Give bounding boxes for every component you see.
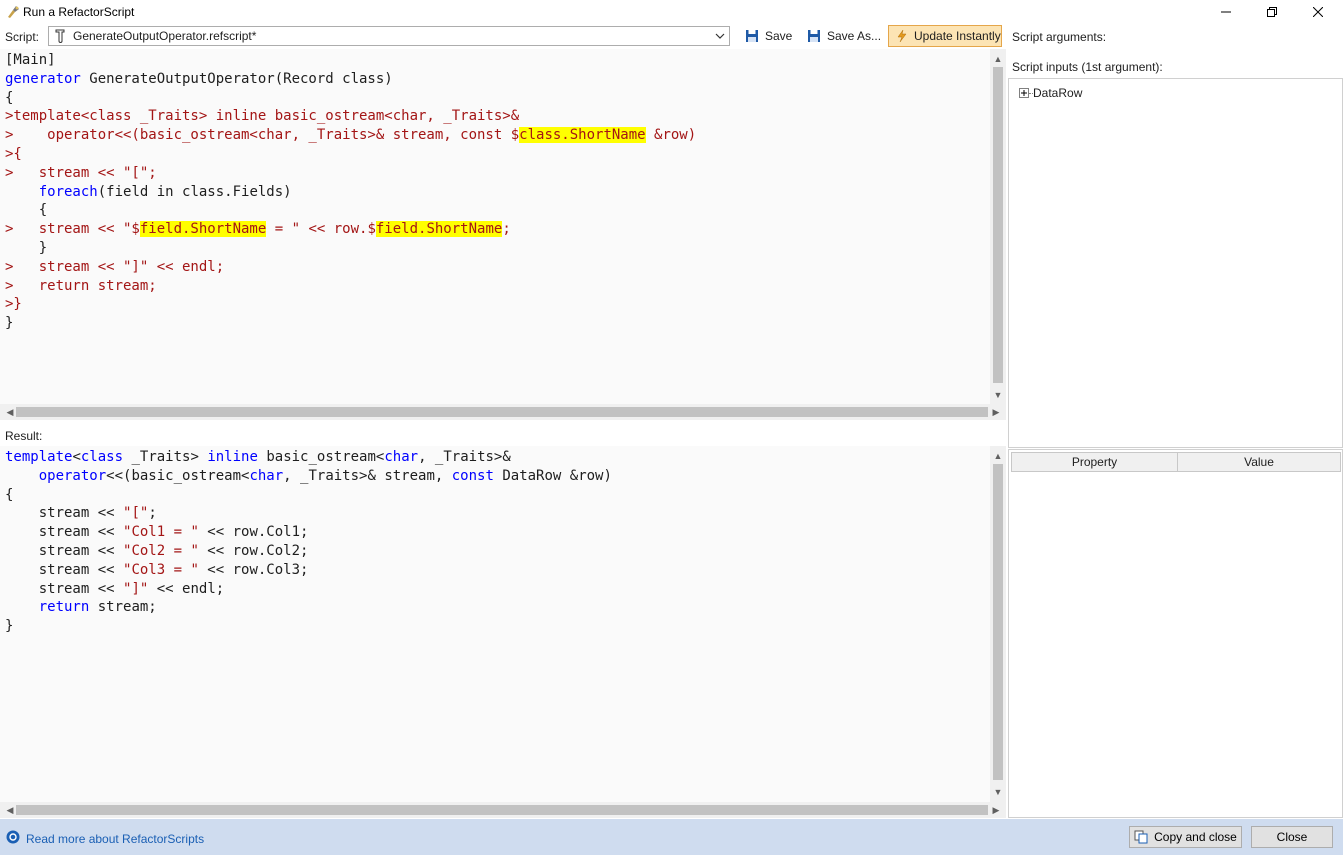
chevron-down-icon [715,29,725,46]
script-vertical-scrollbar[interactable]: ▲ ▼ [990,49,1006,406]
update-instantly-label: Update Instantly [914,29,1001,43]
scroll-right-icon[interactable]: ▶ [988,404,1004,420]
script-editor[interactable]: [Main] generator GenerateOutputOperator(… [0,49,990,406]
refactorscript-app-icon [5,4,21,20]
save-as-icon [808,30,820,42]
script-file-name: GenerateOutputOperator.refscript* [73,29,257,43]
script-file-icon [53,29,67,46]
copy-and-close-button[interactable]: Copy and close [1129,826,1242,848]
scroll-up-icon[interactable]: ▲ [990,448,1006,464]
result-label: Result: [5,429,43,443]
expand-plus-icon[interactable] [1019,88,1029,98]
scroll-down-icon[interactable]: ▼ [990,784,1006,800]
close-window-button[interactable] [1295,0,1341,24]
scroll-thumb[interactable] [16,805,988,815]
save-as-button[interactable]: Save As... [807,26,881,46]
result-code: template<class _Traits> inline basic_ost… [5,449,612,635]
close-icon [1313,7,1323,17]
scroll-thumb[interactable] [993,67,1003,383]
result-vertical-scrollbar[interactable]: ▲ ▼ [990,446,1006,803]
save-as-label: Save As... [827,29,882,43]
property-column-header[interactable]: Property [1011,452,1178,472]
value-column-header[interactable]: Value [1177,452,1341,472]
script-inputs-label: Script inputs (1st argument): [1012,60,1163,74]
scroll-thumb[interactable] [993,464,1003,780]
restore-button[interactable] [1249,0,1295,24]
save-icon [746,30,758,42]
result-editor[interactable]: template<class _Traits> inline basic_ost… [0,446,990,803]
copy-and-close-label: Copy and close [1154,830,1237,844]
restore-icon [1267,7,1277,17]
script-label: Script: [5,30,40,44]
help-icon[interactable] [6,830,20,847]
property-grid[interactable]: Property Value [1008,449,1343,818]
scroll-right-icon[interactable]: ▶ [988,802,1004,818]
script-inputs-tree[interactable]: DataRow [1008,78,1343,448]
scroll-down-icon[interactable]: ▼ [990,387,1006,403]
title-bar [0,0,1343,24]
result-horizontal-scrollbar[interactable]: ◀ ▶ [0,802,1006,818]
lightning-icon [897,29,907,43]
script-arguments-label: Script arguments: [1012,30,1107,44]
script-select[interactable]: GenerateOutputOperator.refscript* [48,26,730,46]
tree-item-label: DataRow [1033,86,1083,100]
window-title: Run a RefactorScript [23,5,135,19]
update-instantly-toggle[interactable]: Update Instantly [888,25,1002,47]
save-button[interactable]: Save [745,26,792,46]
scroll-thumb[interactable] [16,407,988,417]
script-code: [Main] generator GenerateOutputOperator(… [5,52,697,332]
script-horizontal-scrollbar[interactable]: ◀ ▶ [0,404,1006,420]
close-button[interactable]: Close [1251,826,1333,848]
copy-icon [1134,830,1148,844]
minimize-button[interactable] [1203,0,1249,24]
scroll-up-icon[interactable]: ▲ [990,51,1006,67]
read-more-link[interactable]: Read more about RefactorScripts [26,832,204,846]
minimize-icon [1221,11,1231,13]
save-label: Save [765,29,793,43]
tree-item-datarow[interactable]: DataRow [1019,86,1082,100]
